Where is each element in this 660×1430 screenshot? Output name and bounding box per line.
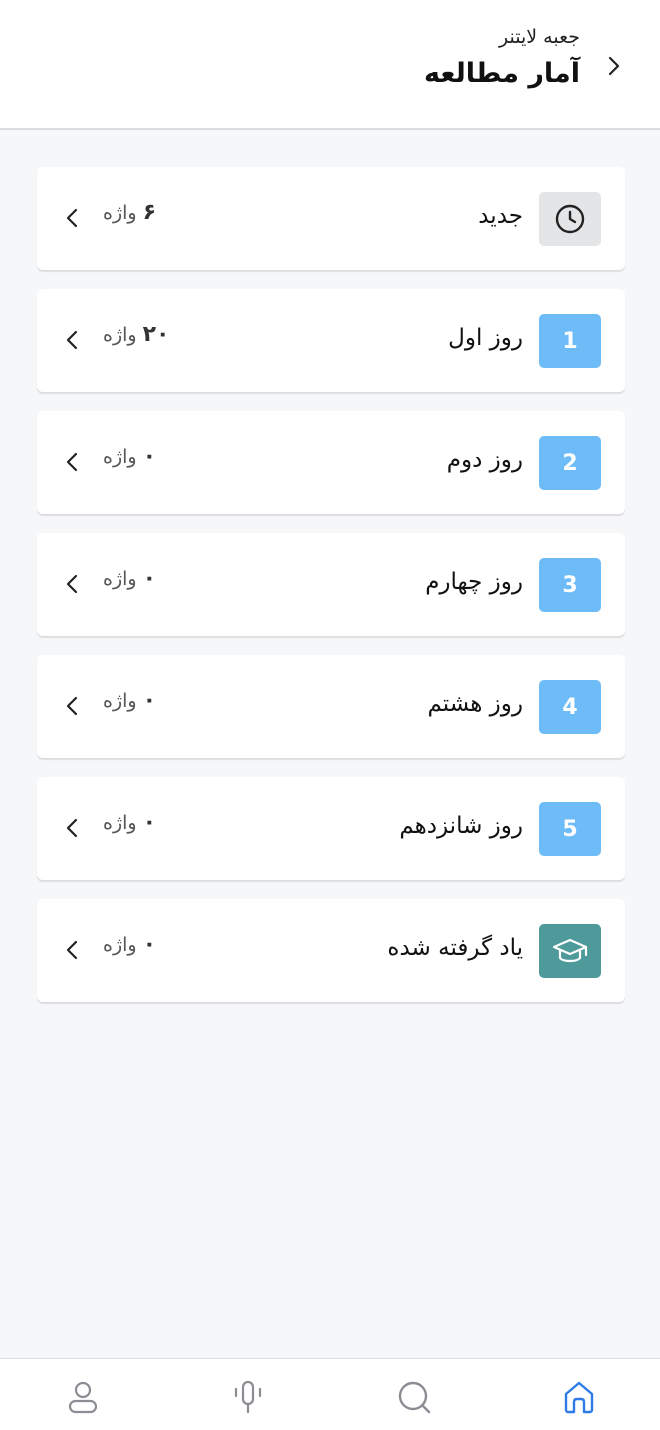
word-count-unit: واژه bbox=[103, 324, 137, 346]
tab-search[interactable] bbox=[394, 1377, 434, 1417]
list-item-day-8[interactable]: 4 روز هشتم ۰واژه bbox=[37, 655, 625, 758]
word-count-unit: واژه bbox=[103, 568, 137, 590]
app-header: جعبه لایتنر آمار مطالعه bbox=[0, 0, 660, 130]
word-count: ۲۰واژه bbox=[103, 322, 169, 347]
word-count-number: ۶ bbox=[142, 200, 157, 225]
list-item-label: جدید bbox=[478, 203, 523, 229]
chevron-left-icon bbox=[66, 452, 78, 472]
list-item-label: روز اول bbox=[448, 325, 523, 351]
badge-day-8: 4 bbox=[539, 680, 601, 734]
bottom-tab-bar bbox=[0, 1358, 660, 1430]
microphone-icon bbox=[234, 1380, 262, 1414]
word-count-unit: واژه bbox=[103, 934, 137, 956]
list-item-day-4[interactable]: 3 روز چهارم ۰واژه bbox=[37, 533, 625, 636]
word-count-number: ۰ bbox=[142, 932, 157, 957]
tab-voice[interactable] bbox=[228, 1377, 268, 1417]
badge-day-4: 3 bbox=[539, 558, 601, 612]
list-item-day-16[interactable]: 5 روز شانزدهم ۰واژه bbox=[37, 777, 625, 880]
tab-profile[interactable] bbox=[63, 1377, 103, 1417]
chevron-left-icon bbox=[66, 208, 78, 228]
word-count: ۰واژه bbox=[103, 566, 156, 591]
list-item-learned[interactable]: یاد گرفته شده ۰واژه bbox=[37, 899, 625, 1002]
badge-learned bbox=[539, 924, 601, 978]
profile-icon bbox=[68, 1381, 98, 1414]
badge-day-2: 2 bbox=[539, 436, 601, 490]
list-item-label: روز شانزدهم bbox=[399, 813, 523, 839]
word-count-number: ۰ bbox=[142, 810, 157, 835]
header-subtitle: جعبه لایتنر bbox=[499, 26, 580, 48]
word-count-unit: واژه bbox=[103, 690, 137, 712]
word-count: ۰واژه bbox=[103, 688, 156, 713]
back-chevron-icon[interactable] bbox=[598, 50, 630, 82]
list-item-day-2[interactable]: 2 روز دوم ۰واژه bbox=[37, 411, 625, 514]
badge-day-1: 1 bbox=[539, 314, 601, 368]
badge-day-16: 5 bbox=[539, 802, 601, 856]
list-item-label: یاد گرفته شده bbox=[387, 935, 523, 961]
word-count-unit: واژه bbox=[103, 812, 137, 834]
word-count-number: ۰ bbox=[142, 444, 157, 469]
list-item-new[interactable]: جدید ۶واژه bbox=[37, 167, 625, 270]
chevron-left-icon bbox=[66, 940, 78, 960]
word-count: ۰واژه bbox=[103, 810, 156, 835]
word-count-unit: واژه bbox=[103, 446, 137, 468]
graduation-cap-icon bbox=[552, 938, 588, 963]
chevron-left-icon bbox=[66, 696, 78, 716]
list-item-day-1[interactable]: 1 روز اول ۲۰واژه bbox=[37, 289, 625, 392]
word-count: ۰واژه bbox=[103, 932, 156, 957]
leitner-box-list: جدید ۶واژه 1 روز اول ۲۰واژه 2 روز دوم ۰و… bbox=[37, 167, 625, 1021]
word-count-number: ۲۰ bbox=[142, 322, 170, 347]
chevron-left-icon bbox=[66, 818, 78, 838]
badge-new bbox=[539, 192, 601, 246]
chevron-left-icon bbox=[66, 330, 78, 350]
list-item-label: روز دوم bbox=[446, 447, 523, 473]
clock-icon bbox=[555, 204, 585, 234]
word-count: ۰واژه bbox=[103, 444, 156, 469]
list-item-label: روز هشتم bbox=[427, 691, 523, 717]
word-count: ۶واژه bbox=[103, 200, 156, 225]
home-icon bbox=[564, 1381, 594, 1414]
chevron-left-icon bbox=[66, 574, 78, 594]
word-count-number: ۰ bbox=[142, 688, 157, 713]
page-title: آمار مطالعه bbox=[424, 58, 580, 89]
list-item-label: روز چهارم bbox=[425, 569, 523, 595]
tab-home[interactable] bbox=[559, 1377, 599, 1417]
word-count-unit: واژه bbox=[103, 202, 137, 224]
search-icon bbox=[398, 1381, 431, 1414]
word-count-number: ۰ bbox=[142, 566, 157, 591]
